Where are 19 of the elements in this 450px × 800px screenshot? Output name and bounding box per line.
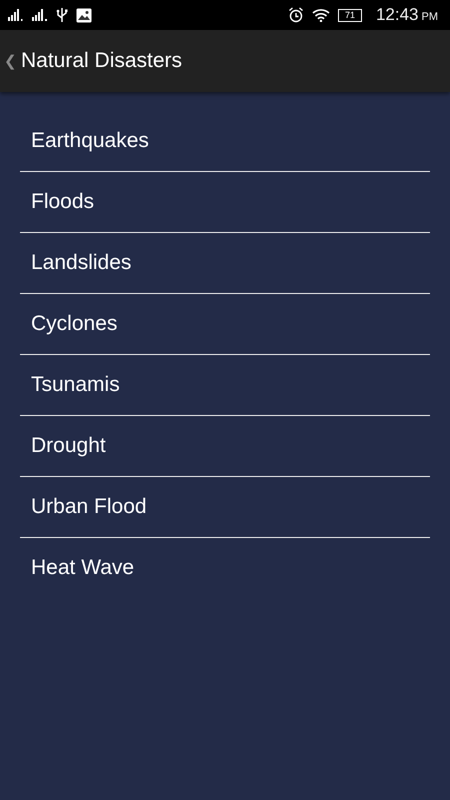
list-item[interactable]: Urban Flood xyxy=(20,477,430,538)
list-item[interactable]: Floods xyxy=(20,172,430,233)
clock-period: PM xyxy=(422,10,438,22)
clock-time: 12:43 xyxy=(376,5,418,25)
image-icon xyxy=(76,8,92,22)
back-button[interactable]: ❮ xyxy=(4,52,17,70)
list-item[interactable]: Drought xyxy=(20,416,430,477)
signal-icon xyxy=(32,9,48,21)
list-item[interactable]: Landslides xyxy=(20,233,430,294)
list-item[interactable]: Heat Wave xyxy=(20,538,430,598)
wifi-icon xyxy=(312,8,330,22)
screen-title: Natural Disasters xyxy=(21,49,182,73)
list-item[interactable]: Earthquakes xyxy=(20,111,430,172)
list-item[interactable]: Tsunamis xyxy=(20,355,430,416)
battery-indicator: 71 xyxy=(338,8,362,22)
alarm-icon xyxy=(288,7,304,23)
list-item[interactable]: Cyclones xyxy=(20,294,430,355)
signal-icon xyxy=(8,9,24,21)
usb-icon xyxy=(56,7,68,23)
